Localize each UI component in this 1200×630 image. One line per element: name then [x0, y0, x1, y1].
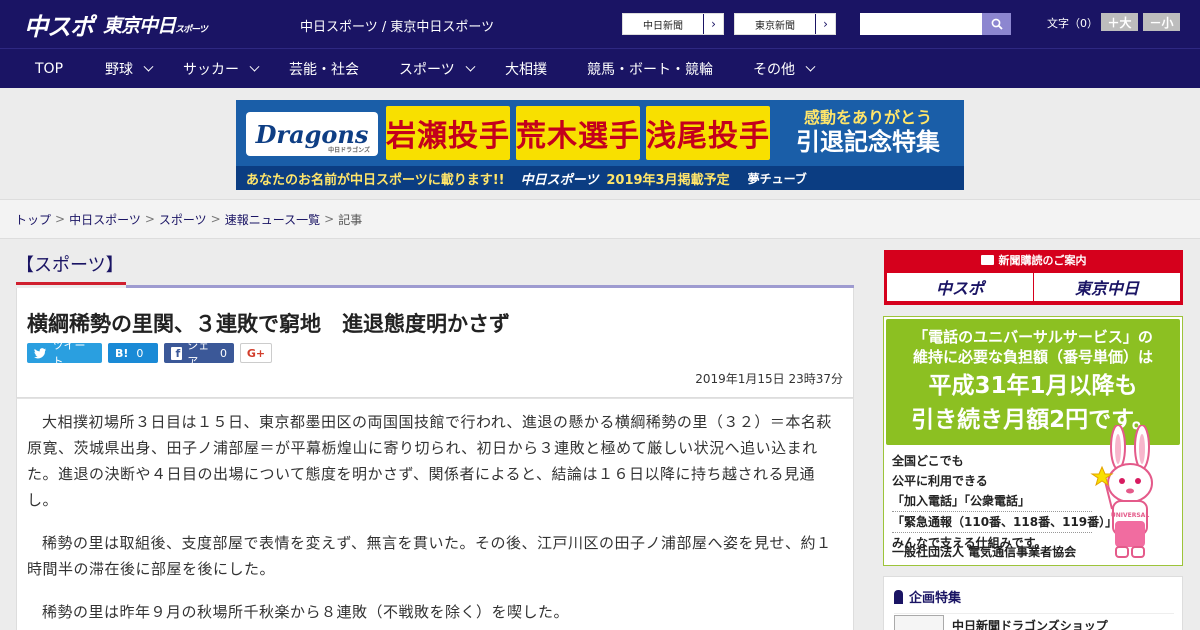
- facebook-share-button[interactable]: f シェア 0: [164, 339, 234, 368]
- subscribe-tokyo-chunichi-logo: 東京中日: [1034, 273, 1180, 301]
- font-larger-button[interactable]: ＋大: [1101, 13, 1138, 31]
- hatena-bookmark-button[interactable]: B! 0: [108, 343, 158, 363]
- logo-tokyo-chunichi: 東京中日スポーツ: [103, 14, 208, 37]
- chevron-down-icon: [465, 61, 476, 72]
- breadcrumb-current: 記事: [338, 212, 363, 227]
- banner-name-iwase: 岩瀬投手: [386, 106, 510, 160]
- tweet-button[interactable]: ツイート: [27, 339, 102, 368]
- font-size-label: 文字（0）: [1047, 17, 1098, 30]
- search-input[interactable]: [860, 13, 982, 35]
- chevron-down-icon: [249, 61, 260, 72]
- publish-date: 2019年1月15日 23時37分: [695, 372, 843, 386]
- site-logo[interactable]: 中スポ 東京中日スポーツ: [24, 9, 208, 41]
- facebook-icon: f: [171, 346, 183, 360]
- feature-item[interactable]: 中日新聞ドラゴンズショップ: [894, 613, 1174, 630]
- ad-organization: 一般社団法人 電気通信事業者協会: [892, 545, 1077, 559]
- site-header: 中スポ 東京中日スポーツ 中日スポーツ / 東京中日スポーツ 中日新聞 › 東京…: [0, 0, 1200, 48]
- banner-thanks: 感動をありがとう 引退記念特集: [796, 108, 940, 156]
- banner-name-araki: 荒木選手: [516, 106, 640, 160]
- nav-racing[interactable]: 競馬・ボート・競輪: [587, 49, 713, 89]
- breadcrumb-chunichi-sports[interactable]: 中日スポーツ: [69, 211, 141, 228]
- chunichi-shimbun-link[interactable]: 中日新聞 ›: [622, 13, 724, 35]
- search-icon: [991, 18, 1003, 30]
- font-smaller-button[interactable]: －小: [1143, 13, 1180, 31]
- chevron-right-icon: ›: [703, 14, 723, 34]
- hatena-count: 0: [136, 346, 144, 360]
- breadcrumb-top[interactable]: トップ: [15, 211, 51, 228]
- article-paragraph: 大相撲初場所３日目は１５日、東京都墨田区の両国国技館で行われ、進退の懸かる横綱稀…: [27, 413, 832, 509]
- breadcrumb-sports[interactable]: スポーツ: [159, 211, 207, 228]
- section-label: 【スポーツ】: [16, 249, 126, 285]
- logo-chuspo: 中スポ: [24, 12, 94, 41]
- chevron-down-icon: [805, 61, 816, 72]
- banner-area: Dragons 中日ドラゴンズ 岩瀬投手 荒木選手 浅尾投手 感動をありがとう 引…: [0, 89, 1200, 199]
- nav-top[interactable]: TOP: [35, 49, 63, 89]
- ribbon-icon: [894, 589, 903, 604]
- article-paragraph: 稀勢の里は取組後、支度部屋で表情を変えず、無言を貫いた。その後、江戸川区の田子ノ…: [27, 534, 832, 578]
- share-buttons: ツイート B! 0 f シェア 0 G+: [27, 339, 272, 368]
- feature-box: 企画特集 中日新聞ドラゴンズショップ: [883, 576, 1183, 630]
- rabbit-mascot-icon: UNIVERSAL: [1090, 425, 1153, 558]
- nav-entertainment[interactable]: 芸能・社会: [289, 49, 359, 89]
- article-body: 大相撲初場所３日目は１５日、東京都墨田区の両国国技館で行われ、進退の懸かる横綱稀…: [16, 398, 854, 630]
- dragons-logo: Dragons 中日ドラゴンズ: [246, 112, 378, 156]
- universal-service-ad[interactable]: 「電話のユニバーサルサービス」の 維持に必要な負担額（番号単価）は 平成31年1…: [883, 316, 1183, 566]
- search-button[interactable]: [982, 13, 1011, 35]
- subscribe-chuspo-logo: 中スポ: [887, 273, 1033, 301]
- tokyo-shimbun-link[interactable]: 東京新聞 ›: [734, 13, 836, 35]
- google-plus-button[interactable]: G+: [240, 343, 272, 363]
- nav-soccer[interactable]: サッカー: [183, 49, 260, 89]
- nav-baseball[interactable]: 野球: [105, 49, 154, 89]
- breadcrumb-news-list[interactable]: 速報ニュース一覧: [225, 211, 320, 228]
- subscription-title: 新聞購読のご案内: [884, 250, 1183, 270]
- site-title: 中日スポーツ / 東京中日スポーツ: [300, 20, 495, 35]
- hatena-icon: B!: [115, 346, 129, 360]
- main-nav: TOP 野球 サッカー 芸能・社会 スポーツ 大相撲 競馬・ボート・競輪 その他: [0, 48, 1200, 88]
- feature-thumbnail: [894, 614, 944, 630]
- subscription-box[interactable]: 新聞購読のご案内 中スポ 東京中日: [884, 250, 1183, 305]
- facebook-count: 0: [220, 346, 227, 360]
- ad-body-text: 全国どこでも 公平に利用できる 「加入電話」「公衆電話」 「緊急通報（110番、…: [892, 454, 1130, 550]
- svg-text:UNIVERSAL: UNIVERSAL: [1111, 512, 1149, 519]
- banner-bottom-strip: あなたのお名前が中日スポーツに載ります!! 中日スポーツ 2019年3月掲載予定…: [236, 166, 964, 190]
- nav-sports[interactable]: スポーツ: [399, 49, 476, 89]
- article-title: 横綱稀勢の里関、３連敗で窮地 進退態度明かさず: [27, 312, 510, 336]
- nav-sumo[interactable]: 大相撲: [505, 49, 547, 89]
- chevron-down-icon: [143, 61, 154, 72]
- twitter-icon: [34, 347, 47, 358]
- newspaper-icon: [980, 255, 994, 265]
- article-paragraph: 稀勢の里は昨年９月の秋場所千秋楽から８連敗（不戦敗を除く）を喫した。: [42, 603, 570, 621]
- nav-other[interactable]: その他: [753, 49, 816, 89]
- breadcrumb: トップ > 中日スポーツ > スポーツ > 速報ニュース一覧 > 記事: [0, 199, 1200, 239]
- article-header: 横綱稀勢の里関、３連敗で窮地 進退態度明かさず ツイート B! 0 f シェア …: [16, 288, 854, 398]
- feature-title: 企画特集: [894, 587, 961, 606]
- chevron-right-icon: ›: [815, 14, 835, 34]
- banner-name-asao: 浅尾投手: [646, 106, 770, 160]
- dragons-retirement-banner[interactable]: Dragons 中日ドラゴンズ 岩瀬投手 荒木選手 浅尾投手 感動をありがとう 引…: [236, 100, 964, 190]
